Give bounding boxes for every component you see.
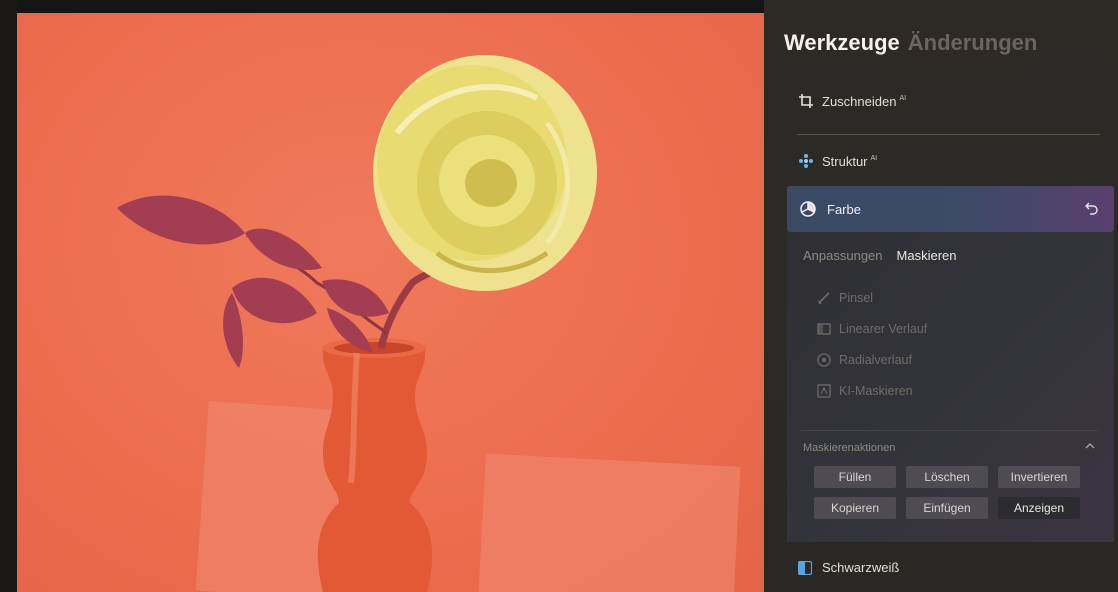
section-crop-label: Zuschneiden xyxy=(822,93,897,109)
section-divider xyxy=(797,134,1100,135)
copy-button[interactable]: Kopieren xyxy=(814,497,896,519)
chevron-up-icon[interactable] xyxy=(1084,440,1096,452)
vase xyxy=(317,338,433,592)
section-structure[interactable]: Struktur AI xyxy=(798,153,877,169)
actions-divider xyxy=(801,430,1099,431)
background-card-right xyxy=(478,453,741,592)
crop-icon xyxy=(799,94,813,108)
tab-changes[interactable]: Änderungen xyxy=(908,30,1038,55)
mask-tool-ai[interactable]: KI-Maskieren xyxy=(817,384,913,398)
undo-icon[interactable] xyxy=(1084,200,1100,216)
fill-button[interactable]: Füllen xyxy=(814,466,896,488)
delete-button[interactable]: Löschen xyxy=(906,466,988,488)
mask-tool-radial[interactable]: Radialverlauf xyxy=(817,353,912,367)
black-white-icon xyxy=(798,560,812,575)
color-wheel-icon xyxy=(800,201,816,217)
panel-tabs: Werkzeuge Änderungen xyxy=(784,30,1037,56)
paste-button[interactable]: Einfügen xyxy=(906,497,988,519)
subtab-adjustments[interactable]: Anpassungen xyxy=(803,248,883,263)
tab-tools[interactable]: Werkzeuge xyxy=(784,30,900,55)
invert-button[interactable]: Invertieren xyxy=(998,466,1080,488)
photo-canvas[interactable] xyxy=(17,13,764,592)
photo-image xyxy=(117,55,741,592)
ai-badge: AI xyxy=(870,155,878,163)
mask-actions-title: Maskierenaktionen xyxy=(803,442,896,454)
mask-tool-brush[interactable]: Pinsel xyxy=(817,291,873,305)
mask-tool-label: Radialverlauf xyxy=(839,353,912,367)
radial-gradient-icon xyxy=(817,353,831,367)
rose-bloom xyxy=(373,55,597,291)
section-color-header[interactable]: Farbe xyxy=(787,186,1114,232)
brush-icon xyxy=(818,292,830,304)
color-subtabs: Anpassungen Maskieren xyxy=(803,248,956,263)
structure-icon xyxy=(799,154,813,168)
show-button[interactable]: Anzeigen xyxy=(998,497,1080,519)
mask-tool-label: Pinsel xyxy=(839,291,874,305)
section-bw-label: Schwarzweiß xyxy=(822,560,900,575)
mask-tool-label: Linearer Verlauf xyxy=(839,322,928,336)
subtab-masking[interactable]: Maskieren xyxy=(897,248,957,263)
window-left-strip xyxy=(0,0,17,592)
ai-mask-icon xyxy=(817,384,831,398)
tools-panel: Werkzeuge Änderungen Zuschneiden AI Strukt… xyxy=(764,0,1118,592)
mask-tool-linear[interactable]: Linearer Verlauf xyxy=(817,322,927,336)
section-color-label: Farbe xyxy=(827,201,861,217)
section-crop[interactable]: Zuschneiden AI xyxy=(798,93,906,109)
mask-tool-label: KI-Maskieren xyxy=(839,384,913,398)
section-color-body: Anpassungen Maskieren Pinsel Linearer Ver… xyxy=(787,232,1114,542)
ai-badge: AI xyxy=(899,95,907,103)
section-structure-label: Struktur xyxy=(822,153,868,169)
linear-gradient-icon xyxy=(817,323,831,335)
section-black-white[interactable]: Schwarzweiß xyxy=(798,560,899,575)
rose-stem xyxy=(377,265,440,349)
